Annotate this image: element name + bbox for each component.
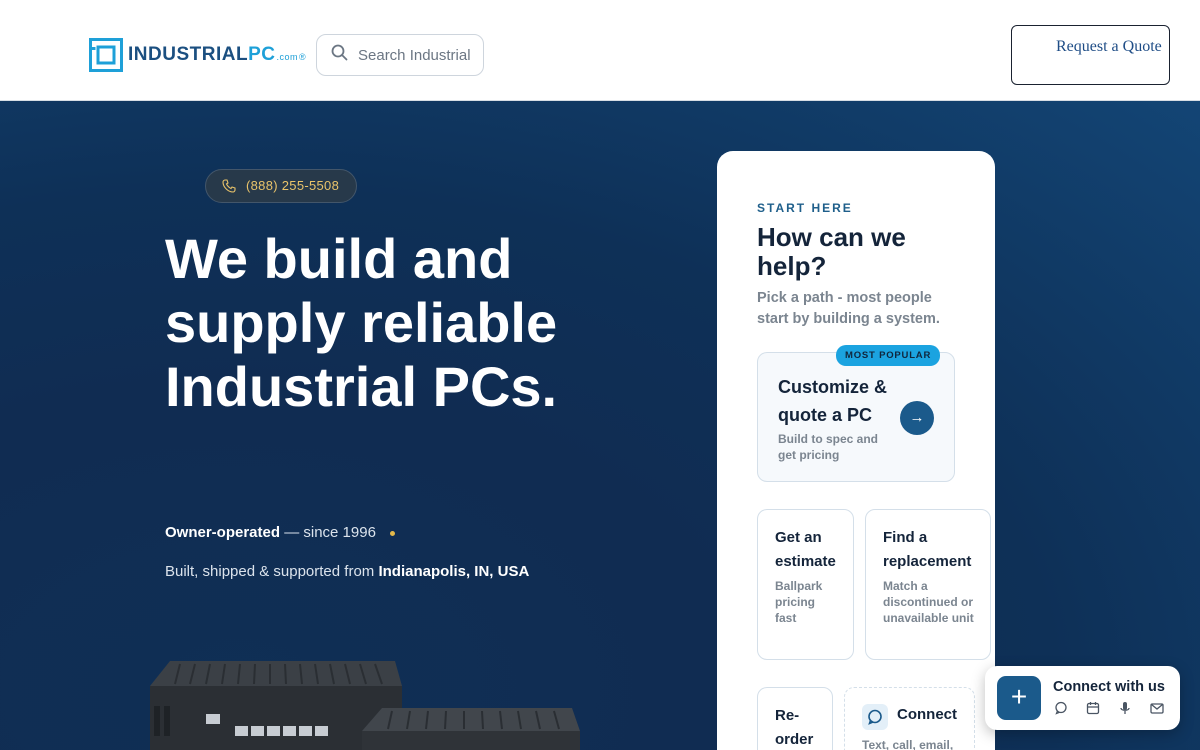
logo-mark-icon [89, 38, 123, 72]
hero-headline: We build and supply reliable Industrial … [165, 227, 558, 418]
get-estimate-title: Get an estimate [775, 529, 836, 570]
chat-bubble-icon [862, 704, 888, 730]
connect-widget-title: Connect with us [1053, 679, 1165, 695]
find-replacement-option[interactable]: Find a replacement Match a discontinued … [865, 509, 991, 660]
search-box[interactable]: Search Industrial [316, 34, 484, 76]
reorder-title: Re-order [775, 707, 814, 748]
request-quote-button[interactable]: Request a Quote [1011, 25, 1170, 85]
card-title: How can we help? [757, 222, 906, 281]
connect-description: Text, call, email, [862, 738, 954, 750]
most-popular-badge: MOST POPULAR [836, 345, 941, 366]
customize-quote-title: Customize & quote a PC [778, 377, 888, 425]
mail-icon[interactable] [1149, 700, 1181, 716]
find-replacement-description: Match a discontinued or unavailable unit [883, 579, 974, 625]
help-card: START HERE How can we help? Pick a path … [717, 151, 995, 750]
owner-operated-label: Owner-operated [165, 524, 281, 541]
location-text: Indianapolis, IN, USA [378, 563, 530, 580]
microphone-icon[interactable] [1117, 700, 1149, 716]
since-year-text: — since 1996 [280, 524, 376, 541]
get-estimate-option[interactable]: Get an estimate Ballpark pricing fast [757, 509, 854, 660]
connect-option[interactable]: Connect Text, call, email, [844, 687, 975, 750]
search-input[interactable]: Search Industrial [358, 47, 471, 64]
search-icon [331, 44, 348, 66]
logo-registered-mark: ® [298, 52, 307, 62]
status-dot-icon [389, 530, 395, 536]
find-replacement-title: Find a replacement [883, 529, 972, 570]
built-location-line: Built, shipped & supported from Indianap… [165, 563, 529, 580]
reorder-option[interactable]: Re-order [757, 687, 833, 750]
arrow-right-icon[interactable]: → [900, 401, 934, 435]
site-header: INDUSTRIAL PC .com ® Search Industrial Requ… [0, 0, 1200, 101]
owner-operated-line: Owner-operated — since 1996 [165, 524, 395, 541]
connect-widget[interactable]: + Connect with us [985, 666, 1180, 730]
logo-wordmark: INDUSTRIAL PC .com ® [128, 44, 306, 66]
calendar-icon[interactable] [1085, 700, 1117, 716]
chat-icon[interactable] [1053, 700, 1085, 716]
plus-icon[interactable]: + [997, 676, 1041, 720]
customize-quote-option[interactable]: MOST POPULAR Customize & quote a PC Buil… [757, 345, 955, 482]
industrialpc-logo[interactable]: INDUSTRIAL PC .com ® [89, 38, 306, 72]
phone-icon [222, 179, 236, 198]
built-prefix-text: Built, shipped & supported from [165, 563, 379, 580]
logo-text-main: INDUSTRIAL [128, 44, 249, 65]
card-subtitle: Pick a path - most people start by build… [757, 290, 940, 327]
get-estimate-description: Ballpark pricing fast [775, 579, 823, 625]
customize-quote-description: Build to spec and get pricing [778, 432, 879, 462]
logo-text-tld: .com [276, 52, 298, 62]
logo-text-accent: PC [248, 44, 276, 65]
industrial-pc-hardware-image [150, 661, 580, 750]
hero-section: (888) 255-5508 We build and supply relia… [0, 101, 1200, 750]
contact-methods [1053, 700, 1181, 716]
connect-title: Connect [897, 706, 957, 723]
start-here-eyebrow: START HERE [757, 201, 853, 215]
